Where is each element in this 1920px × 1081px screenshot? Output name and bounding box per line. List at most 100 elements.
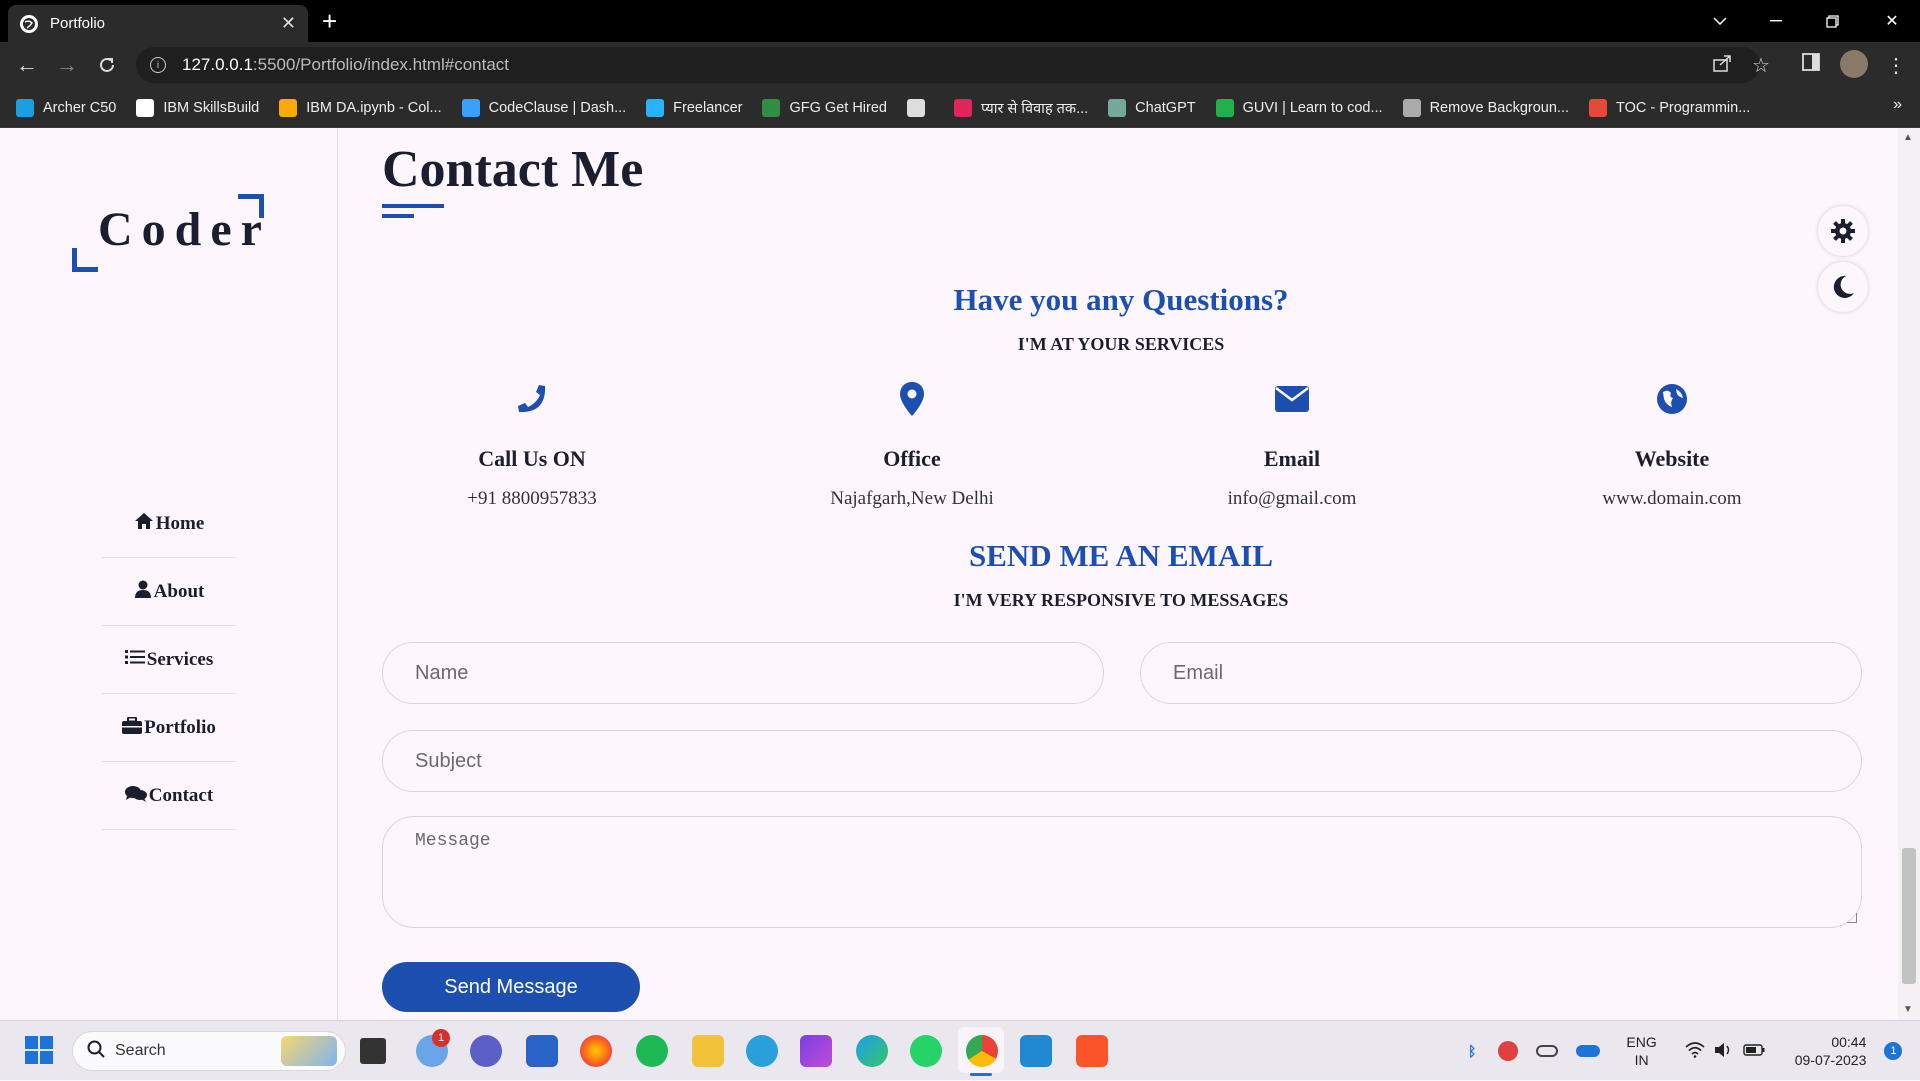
sidebar-item-portfolio[interactable]: Portfolio bbox=[102, 694, 236, 762]
vscode-icon[interactable] bbox=[1020, 1035, 1052, 1067]
bookmark-star-icon[interactable]: ☆ bbox=[1752, 53, 1770, 78]
bookmark-item[interactable]: ChatGPT bbox=[1108, 98, 1196, 117]
bookmark-item[interactable]: IBM SkillsBuild bbox=[136, 98, 259, 117]
home-icon bbox=[134, 512, 154, 535]
scroll-down-arrow-icon[interactable]: ▼ bbox=[1903, 1004, 1913, 1015]
teams-meet-icon[interactable] bbox=[470, 1035, 502, 1067]
bookmark-label: Freelancer bbox=[673, 99, 743, 116]
tray-app-icon[interactable] bbox=[1498, 1041, 1519, 1061]
message-placeholder: Message bbox=[415, 831, 491, 851]
microsoft-store-icon[interactable] bbox=[526, 1035, 558, 1067]
sidebar-item-label: Services bbox=[146, 648, 214, 670]
email-field[interactable]: Email bbox=[1140, 642, 1862, 704]
file-explorer-icon[interactable] bbox=[692, 1035, 724, 1067]
title-underline bbox=[382, 204, 444, 208]
globe-icon bbox=[1522, 378, 1822, 420]
chrome-icon[interactable] bbox=[966, 1035, 998, 1067]
info-value: Najafgarh,New Delhi bbox=[830, 488, 994, 509]
bookmark-favicon-icon bbox=[461, 98, 480, 117]
cloud-icon[interactable] bbox=[1536, 1045, 1559, 1057]
browser-menu-icon[interactable]: ⋮ bbox=[1886, 53, 1906, 78]
search-icon bbox=[87, 1040, 105, 1063]
bookmark-item[interactable]: CodeClause | Dash... bbox=[461, 98, 627, 117]
send-message-button[interactable]: Send Message bbox=[382, 962, 640, 1012]
info-value: www.domain.com bbox=[1602, 488, 1742, 509]
info-label: Website bbox=[1634, 446, 1710, 471]
bookmark-label: TOC - Programmin... bbox=[1616, 99, 1751, 116]
forward-arrow-icon[interactable]: → bbox=[52, 51, 82, 79]
tab-favicon-icon bbox=[20, 14, 38, 33]
bookmark-item[interactable]: TOC - Programmin... bbox=[1589, 98, 1751, 117]
language-indicator[interactable]: ENG IN bbox=[1626, 1033, 1656, 1069]
minimize-button[interactable] bbox=[1748, 0, 1804, 42]
profile-avatar[interactable] bbox=[1840, 50, 1868, 78]
bookmark-favicon-icon bbox=[646, 98, 665, 117]
page-scrollbar[interactable]: ▲ ▼ bbox=[1898, 128, 1920, 1020]
new-tab-button[interactable]: + bbox=[322, 6, 337, 36]
browser-tab[interactable]: Portfolio ✕ bbox=[8, 5, 308, 42]
questions-subheading: I'M AT YOUR SERVICES bbox=[1017, 334, 1225, 354]
restore-button[interactable] bbox=[1804, 0, 1860, 42]
page-title: Contact Me bbox=[382, 141, 644, 198]
bookmark-item[interactable]: Freelancer bbox=[646, 98, 743, 117]
bookmark-item[interactable]: IBM DA.ipynb - Col... bbox=[279, 98, 442, 117]
bookmark-item[interactable]: प्यार से विवाह तक... bbox=[953, 98, 1088, 118]
logo-corner-bottom-left bbox=[72, 248, 98, 272]
bookmark-item[interactable]: Archer C50 bbox=[16, 98, 116, 117]
windows-taskbar: Search 1 ᛒ ENG IN 00:44 09-07-2023 1 bbox=[0, 1020, 1920, 1080]
bookmark-label: Remove Backgroun... bbox=[1429, 99, 1570, 116]
volume-icon[interactable] bbox=[1713, 1042, 1733, 1061]
bookmark-item[interactable] bbox=[906, 98, 934, 117]
windows-start-icon[interactable] bbox=[24, 1035, 56, 1067]
clipchamp-icon[interactable] bbox=[800, 1035, 832, 1067]
bookmark-item[interactable]: GUVI | Learn to cod... bbox=[1215, 98, 1383, 117]
task-view-icon[interactable] bbox=[360, 1038, 386, 1064]
sidebar-item-label: Home bbox=[155, 512, 205, 534]
briefcase-icon bbox=[122, 716, 143, 739]
dark-mode-toggle[interactable] bbox=[1818, 262, 1868, 312]
info-office: Office Najafgarh,New Delhi bbox=[762, 378, 1062, 510]
edge-icon[interactable] bbox=[856, 1035, 888, 1067]
taskbar-search[interactable]: Search bbox=[72, 1031, 346, 1071]
tab-search-chevron-icon[interactable] bbox=[1692, 0, 1748, 42]
subject-field[interactable]: Subject bbox=[382, 730, 1862, 792]
sidebar-item-contact[interactable]: Contact bbox=[102, 762, 236, 830]
bookmark-favicon-icon bbox=[136, 98, 155, 117]
sidebar-item-home[interactable]: Home bbox=[102, 490, 236, 558]
sidebar-item-services[interactable]: Services bbox=[102, 626, 236, 694]
sidebar-item-about[interactable]: About bbox=[102, 558, 236, 626]
back-arrow-icon[interactable]: ← bbox=[12, 51, 42, 79]
bookmark-label: GUVI | Learn to cod... bbox=[1242, 99, 1383, 116]
whatsapp-icon[interactable] bbox=[910, 1035, 942, 1067]
bookmark-label: CodeClause | Dash... bbox=[488, 99, 627, 116]
clock[interactable]: 00:44 09-07-2023 bbox=[1795, 1033, 1867, 1069]
settings-gear-button[interactable] bbox=[1818, 206, 1868, 256]
site-info-icon[interactable]: i bbox=[150, 57, 166, 73]
list-icon bbox=[124, 649, 145, 670]
wifi-icon[interactable] bbox=[1685, 1041, 1705, 1061]
message-textarea[interactable]: Message bbox=[382, 816, 1862, 928]
scrollbar-thumb[interactable] bbox=[1902, 848, 1916, 984]
bookmark-item[interactable]: Remove Backgroun... bbox=[1402, 98, 1570, 117]
name-field[interactable]: Name bbox=[382, 642, 1104, 704]
bookmarks-more-button[interactable]: » bbox=[1893, 96, 1902, 114]
bookmark-item[interactable]: GFG Get Hired bbox=[762, 98, 887, 117]
onedrive-icon[interactable] bbox=[1576, 1045, 1601, 1057]
reload-icon[interactable] bbox=[92, 51, 122, 79]
logo-text[interactable]: Coder bbox=[98, 202, 271, 257]
close-window-button[interactable]: ✕ bbox=[1864, 0, 1920, 42]
bluetooth-icon[interactable]: ᛒ bbox=[1468, 1043, 1476, 1059]
battery-icon[interactable] bbox=[1743, 1043, 1765, 1059]
share-icon[interactable] bbox=[1712, 53, 1732, 79]
firefox-icon[interactable] bbox=[580, 1035, 612, 1067]
resize-grip-icon[interactable] bbox=[1847, 913, 1857, 923]
spotify-icon[interactable] bbox=[636, 1035, 668, 1067]
scroll-up-arrow-icon[interactable]: ▲ bbox=[1903, 132, 1913, 143]
notification-center-badge[interactable]: 1 bbox=[1884, 1042, 1903, 1060]
bookmark-favicon-icon bbox=[1402, 98, 1421, 117]
tab-close-icon[interactable]: ✕ bbox=[281, 13, 296, 34]
address-bar[interactable]: i 127.0.0.1:5500/Portfolio/index.html#co… bbox=[136, 47, 1760, 83]
brave-icon[interactable] bbox=[1076, 1035, 1108, 1067]
side-panel-icon[interactable] bbox=[1802, 53, 1820, 77]
telegram-icon[interactable] bbox=[746, 1035, 778, 1067]
